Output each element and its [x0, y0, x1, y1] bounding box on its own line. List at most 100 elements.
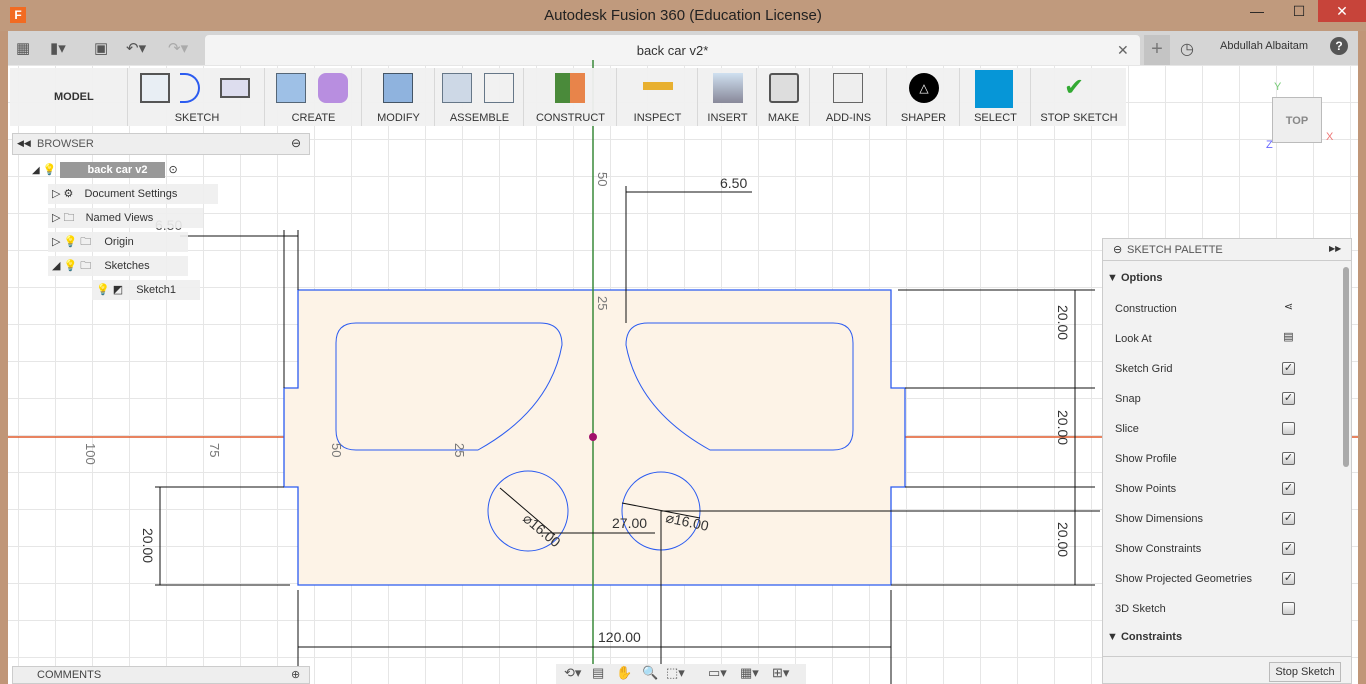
zoom-icon[interactable]: 🔍 [642, 665, 658, 681]
create-menu[interactable]: CREATE [266, 68, 362, 126]
browser-item-document-settings[interactable]: ▷ ⚙ Document Settings [48, 184, 218, 204]
sketch-menu[interactable]: SKETCH [130, 68, 265, 126]
palette-scrollbar[interactable] [1343, 267, 1349, 467]
palette-option-label: Show Constraints [1115, 543, 1202, 555]
checkbox[interactable]: ✓ [1282, 572, 1295, 585]
sketch-canvas[interactable]: 6.50 6.50 120.00 27.00 ⌀16.00 ⌀16.00 20.… [8, 60, 1358, 684]
viewports-icon[interactable]: ⊞▾ [772, 665, 789, 681]
comments-title: COMMENTS [37, 669, 102, 681]
close-button[interactable]: ✕ [1318, 0, 1366, 22]
modify-menu[interactable]: MODIFY [363, 68, 435, 126]
add-comment-icon[interactable]: ⊕ [291, 667, 300, 683]
checkbox[interactable]: ✓ [1282, 452, 1295, 465]
joint-icon[interactable] [484, 73, 514, 103]
stop-sketch-menu[interactable]: ✔ STOP SKETCH [1032, 68, 1126, 126]
shaper-icon[interactable]: △ [909, 73, 939, 103]
create-label: CREATE [291, 112, 336, 124]
title-bar: F Autodesk Fusion 360 (Education License… [0, 0, 1366, 31]
select-label: SELECT [974, 112, 1017, 124]
checkbox[interactable] [1282, 602, 1295, 615]
collapse-browser-icon[interactable]: ◀◀ [17, 138, 31, 149]
expand-palette-icon[interactable]: ▶▶ [1329, 244, 1341, 253]
palette-option[interactable]: 3D Sketch [1115, 602, 1315, 615]
inspect-menu[interactable]: INSPECT [618, 68, 698, 126]
insert-menu[interactable]: INSERT [699, 68, 757, 126]
palette-option-label: Slice [1115, 423, 1139, 435]
palette-option[interactable]: Construction ⋖ [1115, 302, 1315, 316]
add-ins-menu[interactable]: ADD-INS [811, 68, 887, 126]
grid-label: 50 [595, 172, 610, 186]
checkbox[interactable]: ✓ [1282, 392, 1295, 405]
construction-icon[interactable]: ⋖ [1282, 302, 1295, 315]
orbit-icon[interactable]: ⟲▾ [564, 665, 581, 681]
workspace-switcher[interactable]: MODEL [10, 68, 128, 126]
rectangle-icon[interactable] [220, 78, 250, 98]
palette-option[interactable]: Show Constraints ✓ [1115, 542, 1315, 555]
palette-option[interactable]: Slice [1115, 422, 1315, 435]
palette-option[interactable]: Show Points ✓ [1115, 482, 1315, 495]
checkbox[interactable]: ✓ [1282, 482, 1295, 495]
new-component-icon[interactable] [442, 73, 472, 103]
dim-overall-width: 120.00 [598, 629, 641, 645]
checkbox[interactable]: ✓ [1282, 542, 1295, 555]
activate-icon[interactable]: ⊙ [169, 164, 178, 176]
options-section[interactable]: ▼ Options [1107, 272, 1163, 284]
browser-item-origin[interactable]: ▷ 💡 🗀 Origin [48, 232, 188, 252]
constraints-section[interactable]: ▼ Constraints [1107, 631, 1182, 643]
scripts-icon[interactable] [833, 73, 863, 103]
palette-option[interactable]: Show Profile ✓ [1115, 452, 1315, 465]
press-pull-icon[interactable] [383, 73, 413, 103]
dim-hole-offset: 27.00 [612, 515, 647, 531]
window-title: Autodesk Fusion 360 (Education License) [544, 7, 822, 24]
stop-sketch-icon[interactable]: ✔ [1064, 73, 1094, 103]
plane-icon[interactable] [555, 73, 585, 103]
navigation-bar: ⟲▾ ▤ ✋ 🔍 ⬚▾ ▭▾ ▦▾ ⊞▾ [556, 664, 806, 684]
palette-option[interactable]: Sketch Grid ✓ [1115, 362, 1315, 375]
browser-item-sketches[interactable]: ◢ 💡 🗀 Sketches [48, 256, 188, 276]
checkbox[interactable] [1282, 422, 1295, 435]
maximize-button[interactable]: ☐ [1282, 0, 1316, 22]
look-at-icon[interactable]: ▤ [1282, 332, 1295, 345]
palette-option-label: Sketch Grid [1115, 363, 1173, 375]
construct-menu[interactable]: CONSTRUCT [525, 68, 617, 126]
viewcube-y-axis: Y [1274, 81, 1282, 93]
arc-icon[interactable] [180, 73, 200, 103]
sketch-label: SKETCH [174, 112, 220, 124]
look-at-icon[interactable]: ▤ [592, 665, 604, 681]
checkbox[interactable]: ✓ [1282, 362, 1295, 375]
dim-right-top: 20.00 [1055, 305, 1071, 340]
extrude-icon[interactable] [276, 73, 306, 103]
minimize-button[interactable]: — [1240, 0, 1274, 22]
select-icon[interactable] [975, 70, 1013, 108]
palette-option[interactable]: Look At ▤ [1115, 332, 1315, 346]
palette-option[interactable]: Show Projected Geometries ✓ [1115, 572, 1315, 585]
fit-icon[interactable]: ⬚▾ [666, 665, 685, 681]
view-cube[interactable]: TOP [1272, 97, 1322, 143]
assemble-menu[interactable]: ASSEMBLE [436, 68, 524, 126]
palette-option[interactable]: Snap ✓ [1115, 392, 1315, 405]
make-menu[interactable]: MAKE [758, 68, 810, 126]
checkbox[interactable]: ✓ [1282, 512, 1295, 525]
browser-root[interactable]: ◢ 💡 back car v2 ⊙ [28, 160, 208, 180]
pan-icon[interactable]: ✋ [616, 665, 632, 681]
shaper-label: SHAPER [900, 112, 947, 124]
minimize-browser-icon[interactable]: ⊖ [291, 136, 301, 150]
insert-image-icon[interactable] [713, 73, 743, 103]
palette-option[interactable]: Show Dimensions ✓ [1115, 512, 1315, 525]
browser-item-sketch1[interactable]: 💡 ◩ Sketch1 [92, 280, 200, 300]
form-icon[interactable] [318, 73, 348, 103]
3d-print-icon[interactable] [769, 73, 799, 103]
modify-label: MODIFY [377, 112, 420, 124]
inspect-label: INSPECT [633, 112, 682, 124]
browser-header[interactable]: ◀◀ BROWSER ⊖ [12, 133, 310, 155]
stop-sketch-label: STOP SKETCH [1040, 112, 1118, 124]
shaper-menu[interactable]: △ SHAPER [888, 68, 960, 126]
select-menu[interactable]: SELECT [961, 68, 1031, 126]
stop-sketch-button[interactable]: Stop Sketch [1269, 662, 1341, 682]
measure-icon[interactable] [643, 82, 673, 90]
grid-settings-icon[interactable]: ▦▾ [740, 665, 759, 681]
comments-panel[interactable]: COMMENTS ⊕ [12, 666, 310, 684]
browser-item-named-views[interactable]: ▷ 🗀 Named Views [48, 208, 203, 228]
display-settings-icon[interactable]: ▭▾ [708, 665, 727, 681]
create-sketch-icon[interactable] [140, 73, 170, 103]
